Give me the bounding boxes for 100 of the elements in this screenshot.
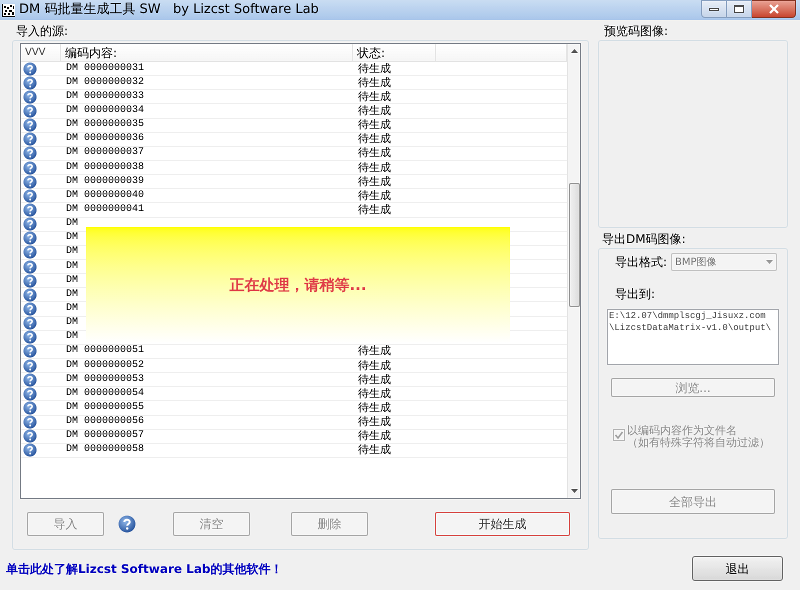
checkbox-label: 以编码内容作为文件名 — [627, 425, 737, 437]
format-dropdown[interactable]: BMP图像 — [671, 253, 777, 271]
table-cell: 待生成 — [358, 443, 391, 458]
table-cell: DM 0000000041 — [66, 202, 144, 217]
help-icon — [23, 62, 37, 76]
table-cell: DM — [66, 330, 78, 344]
window-title: DM 码批量生成工具 SW by Lizcst Software Lab — [19, 1, 319, 20]
column-header[interactable]: 编码内容: — [61, 44, 353, 62]
help-icon — [23, 132, 37, 146]
table-cell: DM 0000000052 — [66, 358, 144, 373]
caret-icon — [766, 260, 773, 264]
help-icon — [23, 202, 37, 217]
table-cell: 待生成 — [358, 118, 391, 132]
help-icon — [23, 245, 37, 260]
table-cell: DM 0000000038 — [66, 160, 144, 175]
close-button[interactable] — [752, 0, 796, 18]
table-cell: 待生成 — [358, 76, 391, 90]
dropdown-value: BMP图像 — [675, 256, 717, 270]
table-cell: DM — [66, 260, 78, 274]
section-label: 导入的源: — [15, 23, 68, 40]
table-cell: DM 0000000034 — [66, 104, 144, 118]
table-cell: 待生成 — [358, 160, 391, 175]
table-cell: DM 0000000040 — [66, 188, 144, 203]
table-cell: DM — [66, 217, 78, 232]
table-cell: DM 0000000056 — [66, 415, 144, 430]
column-header[interactable]: 状态: — [353, 44, 436, 62]
table-cell: DM 0000000054 — [66, 386, 144, 401]
scrollbar-thumb[interactable] — [568, 183, 580, 307]
table-cell: DM 0000000037 — [66, 146, 144, 160]
help-icon — [23, 174, 37, 189]
table-cell: 待生成 — [358, 90, 391, 104]
help-icon — [23, 76, 37, 90]
help-icon — [23, 104, 37, 118]
help-icon — [23, 330, 37, 344]
table-cell: DM — [66, 302, 78, 316]
help-icon — [23, 358, 37, 373]
table-cell: DM 0000000058 — [66, 443, 144, 458]
table-cell: 待生成 — [358, 104, 391, 118]
table-cell: DM 0000000033 — [66, 90, 144, 104]
help-icon — [23, 400, 37, 415]
help-icon — [23, 217, 37, 232]
link[interactable]: 单击此处了解Lizcst Software Lab的其他软件！ — [6, 560, 283, 578]
table-cell: DM — [66, 288, 78, 302]
path-field[interactable]: E:\12.07\dmmplscgj_Jisuxz.com \LizcstDataMatrix-v1.0\output\ — [607, 309, 779, 365]
help-icon — [23, 231, 37, 246]
table-cell: 待生成 — [358, 62, 391, 76]
help-icon — [23, 302, 37, 316]
table-cell: 待生成 — [358, 358, 391, 373]
help-icon — [23, 443, 37, 458]
help-icon — [23, 260, 37, 274]
table-cell: DM — [66, 231, 78, 246]
help-icon — [23, 316, 37, 330]
help-icon — [23, 415, 37, 430]
field-label: 导出到: — [614, 286, 656, 303]
table-cell: 待生成 — [358, 132, 391, 146]
help-icon[interactable] — [118, 515, 136, 533]
processing-message: 正在处理，请稍等... — [229, 274, 367, 296]
table-cell: DM 0000000039 — [66, 174, 144, 189]
table-cell: DM 0000000036 — [66, 132, 144, 146]
table-cell: 待生成 — [358, 188, 391, 203]
table-cell: 待生成 — [358, 174, 391, 189]
help-icon — [23, 160, 37, 175]
maximize-button[interactable] — [727, 0, 752, 18]
table-cell: 待生成 — [358, 202, 391, 217]
help-icon — [23, 429, 37, 444]
table-cell: 待生成 — [358, 415, 391, 430]
close-icon — [768, 4, 780, 14]
table-cell: DM 0000000051 — [66, 344, 144, 358]
minimize-button[interactable] — [701, 0, 727, 18]
checkbox-note: （如有特殊字符将自动过滤） — [627, 437, 770, 449]
help-icon — [23, 288, 37, 302]
table-cell: DM 0000000035 — [66, 118, 144, 132]
table-cell: DM 0000000032 — [66, 76, 144, 90]
column-header[interactable]: VVV — [21, 44, 61, 62]
help-icon — [23, 274, 37, 288]
exit-button[interactable]: 退出 — [692, 556, 783, 581]
table-cell: DM — [66, 316, 78, 330]
table-cell: 待生成 — [358, 372, 391, 387]
app-icon — [2, 4, 15, 16]
table-cell: 待生成 — [358, 146, 391, 160]
table-cell: DM 0000000053 — [66, 372, 144, 387]
scroll-up-icon[interactable] — [570, 49, 578, 53]
table-cell: 待生成 — [358, 429, 391, 444]
table-cell: DM — [66, 245, 78, 260]
help-icon — [23, 372, 37, 387]
help-icon — [23, 188, 37, 203]
button[interactable]: 开始生成 — [435, 512, 570, 536]
scroll-down-icon[interactable] — [570, 489, 578, 493]
help-icon — [23, 90, 37, 104]
table-cell: 待生成 — [358, 344, 391, 358]
field-label: 导出格式: — [615, 254, 668, 271]
table-cell: 待生成 — [358, 386, 391, 401]
table-cell: 待生成 — [358, 400, 391, 415]
scrollbar[interactable] — [567, 44, 580, 498]
table-cell: DM 0000000031 — [66, 62, 144, 76]
help-icon — [23, 146, 37, 160]
section-label: 预览码图像: — [603, 23, 668, 40]
help-icon — [23, 344, 37, 358]
help-icon — [23, 386, 37, 401]
table-cell: DM 0000000055 — [66, 400, 144, 415]
